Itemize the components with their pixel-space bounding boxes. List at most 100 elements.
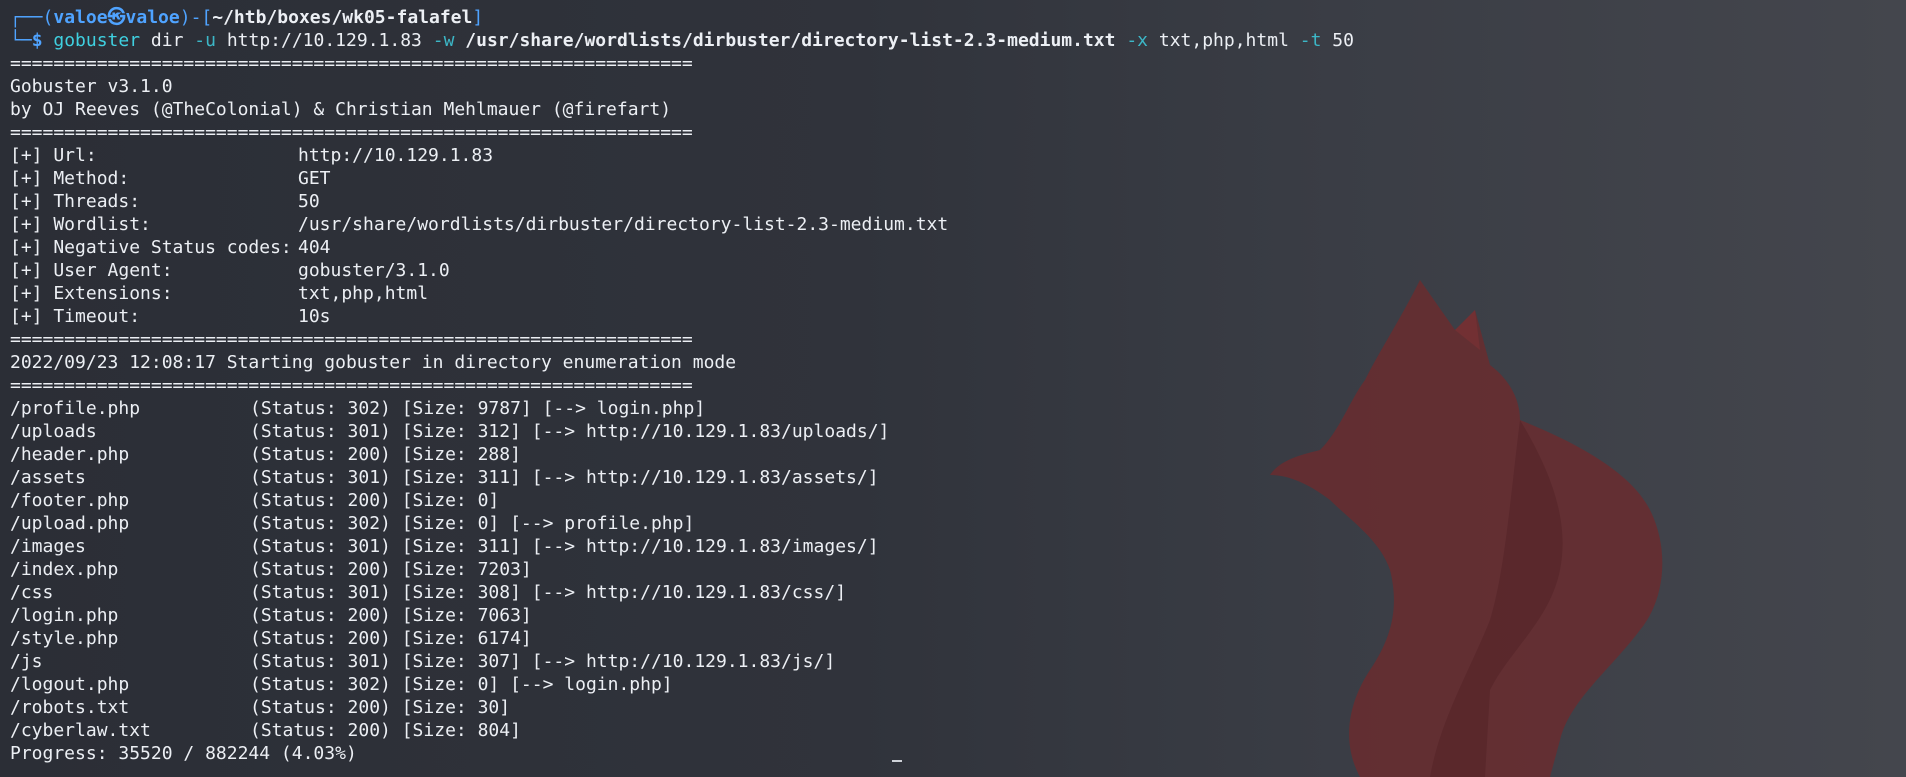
- result-path: /images: [10, 536, 86, 557]
- result-info: (Status: 301) [Size: 311] [--> http://10…: [250, 467, 879, 488]
- result-row: /cyberlaw.txt (Status: 200) [Size: 804]: [10, 719, 1896, 742]
- result-row: /assets (Status: 301) [Size: 311] [--> ht…: [10, 466, 1896, 489]
- result-info: (Status: 200) [Size: 288]: [250, 444, 521, 465]
- config-key: [+] Wordlist:: [10, 214, 151, 235]
- text-cursor: [892, 760, 902, 762]
- prompt-line-1: ┌──(valoe㉿valoe)-[~/htb/boxes/wk05-falaf…: [10, 6, 1896, 29]
- config-key: [+] Timeout:: [10, 306, 141, 327]
- config-row: [+] Extensions: txt,php,html: [10, 282, 1896, 305]
- result-path: /assets: [10, 467, 86, 488]
- prompt-corner-bottom: └─: [10, 30, 32, 51]
- separator: ========================================…: [10, 122, 693, 143]
- result-path: /login.php: [10, 605, 119, 626]
- result-row: /footer.php (Status: 200) [Size: 0]: [10, 489, 1896, 512]
- terminal-output: ┌──(valoe㉿valoe)-[~/htb/boxes/wk05-falaf…: [10, 6, 1896, 765]
- result-row: /js (Status: 301) [Size: 307] [--> http:/…: [10, 650, 1896, 673]
- config-row: [+] Threads: 50: [10, 190, 1896, 213]
- banner-version: Gobuster v3.1.0: [10, 76, 173, 97]
- banner-authors: by OJ Reeves (@TheColonial) & Christian …: [10, 99, 672, 120]
- result-info: (Status: 301) [Size: 307] [--> http://10…: [250, 651, 836, 672]
- result-row: /images (Status: 301) [Size: 311] [--> ht…: [10, 535, 1896, 558]
- config-key: [+] Method:: [10, 168, 130, 189]
- result-path: /css: [10, 582, 54, 603]
- result-info: (Status: 200) [Size: 0]: [250, 490, 500, 511]
- config-row: [+] Timeout: 10s: [10, 305, 1896, 328]
- progress-line: Progress: 35520 / 882244 (4.03%): [10, 743, 357, 764]
- config-value: 50: [298, 191, 320, 212]
- config-value: gobuster/3.1.0: [298, 260, 450, 281]
- config-key: [+] Threads:: [10, 191, 141, 212]
- flag-t: -t: [1299, 30, 1322, 51]
- flag-u: -u: [194, 30, 216, 51]
- result-info: (Status: 302) [Size: 9787] [--> login.ph…: [250, 398, 706, 419]
- prompt-separator: )-[: [179, 7, 213, 28]
- separator: ========================================…: [10, 375, 693, 396]
- config-key: [+] Url:: [10, 145, 97, 166]
- command-url: http://10.129.1.83: [226, 30, 422, 51]
- command-extensions: txt,php,html: [1158, 30, 1289, 51]
- result-row: /profile.php (Status: 302) [Size: 9787] […: [10, 397, 1896, 420]
- result-path: /logout.php: [10, 674, 130, 695]
- result-row: /uploads (Status: 301) [Size: 312] [--> h…: [10, 420, 1896, 443]
- command-name: gobuster: [53, 30, 141, 51]
- result-info: (Status: 200) [Size: 804]: [250, 720, 521, 741]
- results-list: /profile.php (Status: 302) [Size: 9787] […: [10, 397, 1896, 742]
- result-row: /header.php (Status: 200) [Size: 288]: [10, 443, 1896, 466]
- result-row: /login.php (Status: 200) [Size: 7063]: [10, 604, 1896, 627]
- config-row: [+] Negative Status codes: 404: [10, 236, 1896, 259]
- result-row: /logout.php (Status: 302) [Size: 0] [--> …: [10, 673, 1896, 696]
- start-message: 2022/09/23 12:08:17 Starting gobuster in…: [10, 352, 737, 373]
- result-info: (Status: 200) [Size: 6174]: [250, 628, 532, 649]
- result-path: /upload.php: [10, 513, 130, 534]
- command-wordlist: /usr/share/wordlists/dirbuster/directory…: [465, 30, 1116, 51]
- result-path: /cyberlaw.txt: [10, 720, 151, 741]
- config-key: [+] User Agent:: [10, 260, 173, 281]
- command-threads: 50: [1332, 30, 1354, 51]
- result-path: /index.php: [10, 559, 119, 580]
- result-info: (Status: 301) [Size: 311] [--> http://10…: [250, 536, 879, 557]
- prompt-corner: ┌──(: [10, 7, 54, 28]
- result-info: (Status: 301) [Size: 308] [--> http://10…: [250, 582, 847, 603]
- config-value: txt,php,html: [298, 283, 429, 304]
- result-row: /css (Status: 301) [Size: 308] [--> http:…: [10, 581, 1896, 604]
- config-row: [+] Method: GET: [10, 167, 1896, 190]
- config-value: 10s: [298, 306, 331, 327]
- result-info: (Status: 302) [Size: 0] [--> login.php]: [250, 674, 673, 695]
- result-info: (Status: 200) [Size: 30]: [250, 697, 511, 718]
- result-path: /uploads: [10, 421, 97, 442]
- result-row: /robots.txt (Status: 200) [Size: 30]: [10, 696, 1896, 719]
- config-value: http://10.129.1.83: [298, 145, 494, 166]
- result-info: (Status: 200) [Size: 7063]: [250, 605, 532, 626]
- prompt-bracket: ]: [472, 7, 484, 28]
- flag-w: -w: [432, 30, 455, 51]
- prompt-dollar: $: [31, 30, 43, 51]
- separator: ========================================…: [10, 329, 693, 350]
- config-value: /usr/share/wordlists/dirbuster/directory…: [298, 214, 949, 235]
- config-value: GET: [298, 168, 331, 189]
- command-subcommand: dir: [150, 30, 184, 51]
- result-info: (Status: 302) [Size: 0] [--> profile.php…: [250, 513, 695, 534]
- config-list: [+] Url: http://10.129.1.83 [+] Method: GET…: [10, 144, 1896, 328]
- result-row: /index.php (Status: 200) [Size: 7203]: [10, 558, 1896, 581]
- config-row: [+] Wordlist: /usr/share/wordlists/dirbus…: [10, 213, 1896, 236]
- prompt-user: valoe: [53, 7, 108, 28]
- command-line: └─$ gobuster dir -u http://10.129.1.83 -…: [10, 29, 1896, 52]
- result-info: (Status: 200) [Size: 7203]: [250, 559, 532, 580]
- result-row: /style.php (Status: 200) [Size: 6174]: [10, 627, 1896, 650]
- prompt-at-icon: ㉿: [107, 7, 126, 28]
- config-key: [+] Extensions:: [10, 283, 173, 304]
- prompt-host: valoe: [125, 7, 180, 28]
- flag-x: -x: [1126, 30, 1149, 51]
- config-row: [+] User Agent: gobuster/3.1.0: [10, 259, 1896, 282]
- config-key: [+] Negative Status codes:: [10, 237, 292, 258]
- result-path: /footer.php: [10, 490, 130, 511]
- result-row: /upload.php (Status: 302) [Size: 0] [--> …: [10, 512, 1896, 535]
- prompt-path: ~/htb/boxes/wk05-falafel: [212, 7, 473, 28]
- config-value: 404: [298, 237, 331, 258]
- config-row: [+] Url: http://10.129.1.83: [10, 144, 1896, 167]
- result-info: (Status: 301) [Size: 312] [--> http://10…: [250, 421, 890, 442]
- result-path: /robots.txt: [10, 697, 130, 718]
- separator: ========================================…: [10, 53, 693, 74]
- result-path: /style.php: [10, 628, 119, 649]
- result-path: /js: [10, 651, 43, 672]
